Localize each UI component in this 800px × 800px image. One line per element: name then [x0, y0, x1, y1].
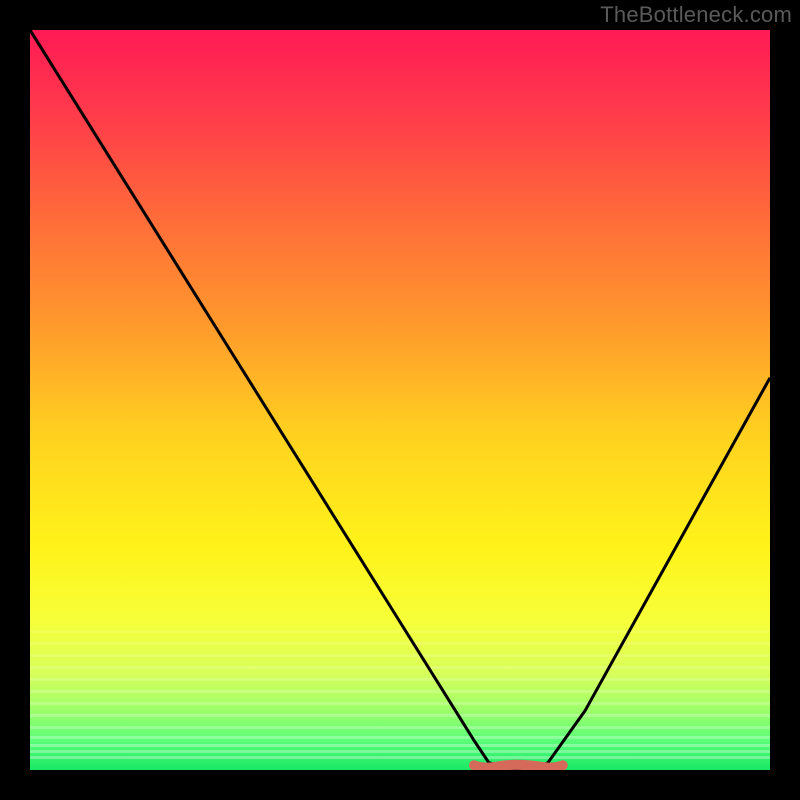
trough-marker	[474, 765, 563, 768]
chart-frame: TheBottleneck.com	[0, 0, 800, 800]
bottleneck-curve-path	[30, 30, 770, 770]
curve-svg	[30, 30, 770, 770]
watermark-text: TheBottleneck.com	[600, 2, 792, 28]
plot-area	[30, 30, 770, 770]
